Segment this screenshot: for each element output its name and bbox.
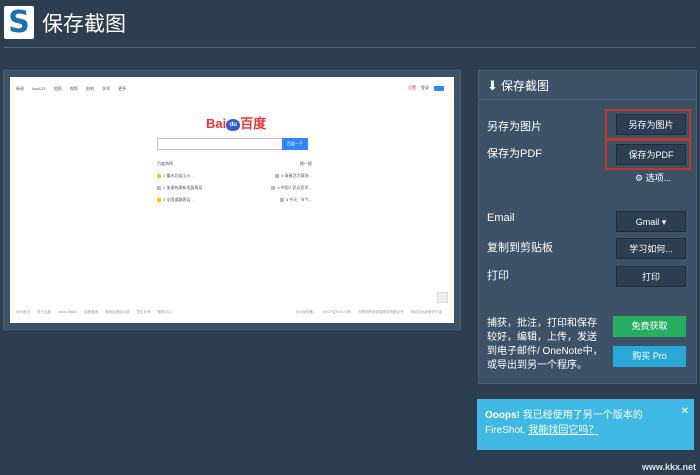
buy-pro-button[interactable]: 购买 Pro [613,346,686,367]
footer-link: 关于百度 [36,310,51,314]
preview-login-link: 登录 [421,85,429,90]
hot-title: 百度热榜 [157,161,173,166]
print-label: 打印 [487,270,509,282]
preview-settings-link: 设置 [408,85,416,90]
hot-item: 1 重庆北碚山火... [157,173,194,179]
save-image-button[interactable]: 另存为图片 [616,114,686,135]
footer-link: 京公网安备... [295,310,317,314]
preview-nav-item: 视频 [69,86,78,91]
footer-link: About Baidu [57,310,78,314]
hot-item: 5 中国人民志愿军... [271,185,312,191]
email-label: Email [487,212,515,224]
fireshot-logo-icon: S [4,5,34,40]
footer-link: 网络文化经营许可证 [410,310,443,314]
preview-search-button: 百度一下 [282,138,308,150]
save-pdf-label: 保存为PDF [487,148,542,160]
footer-link: 设为首页 [16,310,30,314]
watermark: www.kkx.net [641,462,696,472]
preview-hot-list: 百度热榜 换一换 1 重庆北碚山火... 4 青春活力赛场... 2 加速构建新发展… [157,161,312,209]
preview-side-icon [437,292,448,303]
footer-link: 互联网药品信息服务资格证书 [358,310,404,314]
print-button[interactable]: 打印 [616,266,686,287]
notice-bold: Ooops! [485,410,520,421]
hot-item: 4 青春活力赛场... [275,173,312,179]
preview-nav-item: 地图 [53,86,62,91]
baidu-logo-text: Bai [206,116,227,131]
preview-top-right: 设置 登录 [408,85,444,91]
footer-link: 意见反馈 [136,310,151,314]
hot-refresh: 换一换 [300,161,312,166]
gmail-dropdown[interactable]: Gmail ▾ [616,211,686,232]
preview-nav-item: 新闻 [16,86,24,91]
panel-title: 保存截图 [501,79,550,93]
preview-nav-item: hao123 [32,86,46,91]
footer-link: 使用百度前必读 [105,310,130,314]
footer-link: 百度营销 [84,310,99,314]
preview-login-button [434,85,444,91]
close-icon[interactable]: ✕ [681,404,689,419]
notice-link[interactable]: 我能找回它吗？ [528,425,598,436]
hot-item: 3 全国道路客运... [157,197,194,203]
panel-header: ⬇ 保存截图 [479,71,696,100]
preview-search-input [157,138,284,150]
free-get-button[interactable]: 免费获取 [613,316,686,337]
save-pdf-button[interactable]: 保存为PDF [616,144,686,165]
hot-item: 6 今天 · 节气... [279,197,312,203]
screenshot-preview-frame: 新闻 hao123 地图 视频 贴吧 学术 更多 设置 登录 Bai du 百度 百… [3,70,461,330]
header: S 保存截图 [0,0,700,48]
footer-link: 京ICP证030173号 [323,310,352,314]
preview-top-nav: 新闻 hao123 地图 视频 贴吧 学术 更多 [16,86,133,92]
footer-link: 帮助中心 [157,310,172,314]
page-title: 保存截图 [42,13,126,36]
clipboard-label: 复制到剪贴板 [487,242,553,254]
save-image-label: 另存为图片 [487,121,542,133]
download-icon: ⬇ [487,78,498,93]
version-notice: Ooops! 我已经使用了另一个版本的 FireShot. 我能找回它吗？ ✕ [477,399,694,450]
save-panel: ⬇ 保存截图 另存为图片 另存为图片 保存为PDF 保存为PDF ⚙ 选项...… [478,70,697,384]
paw-icon: du [226,118,241,131]
preview-nav-item: 更多 [118,86,127,91]
options-link[interactable]: ⚙ 选项... [635,171,671,184]
baidu-logo: Bai du 百度 [206,113,266,132]
notice-text: Ooops! 我已经使用了另一个版本的 FireShot. 我能找回它吗？ [485,408,675,438]
preview-footer: 设为首页 关于百度 About Baidu 百度营销 使用百度前必读 意见反馈 … [16,310,448,315]
hot-item: 2 加速构建新发展格局 [157,185,202,191]
header-divider [4,47,696,48]
pro-description: 捕获，批注，打印和保存较好，编辑，上传，发送到电子邮件/ OneNote中，或导… [487,318,603,371]
baidu-logo-cn: 百度 [240,116,267,131]
preview-nav-item: 学术 [101,86,110,91]
screenshot-preview[interactable]: 新闻 hao123 地图 视频 贴吧 学术 更多 设置 登录 Bai du 百度 百… [10,77,454,323]
learn-how-button[interactable]: 学习如何... [616,238,686,259]
preview-nav-item: 贴吧 [85,86,94,91]
